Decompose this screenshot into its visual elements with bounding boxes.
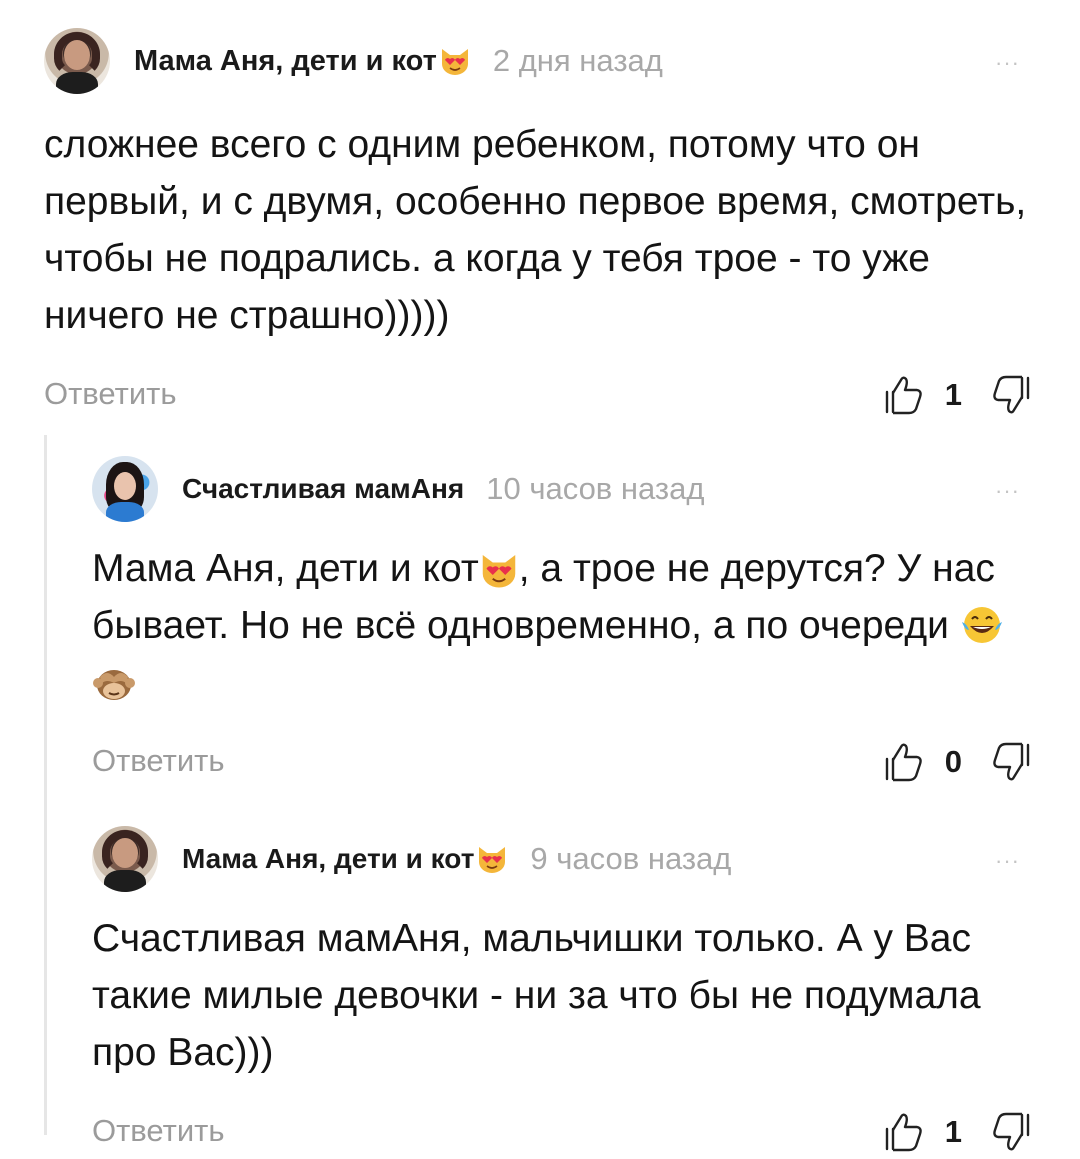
like-count: 0 [944, 744, 962, 779]
reply-thread-line [44, 435, 47, 1135]
comment: Счастливая мамАня 10 часов назад ··· Мам… [92, 456, 1034, 789]
see-no-evil-monkey-icon [92, 661, 136, 703]
reply-button[interactable]: Ответить [92, 743, 225, 779]
thumbs-down-icon[interactable] [988, 372, 1034, 418]
like-count: 1 [944, 1114, 962, 1149]
avatar[interactable] [44, 28, 110, 94]
comment-header: Мама Аня, дети и кот 2 дня назад ··· [44, 28, 1034, 94]
reply-button[interactable]: Ответить [92, 1113, 225, 1149]
heart-eyes-cat-icon [476, 844, 508, 874]
thumbs-up-icon[interactable] [881, 739, 927, 785]
comment-text: Мама Аня, дети и кот, а трое не дерутся?… [92, 540, 1034, 711]
thumbs-up-icon[interactable] [881, 372, 927, 418]
comment: Мама Аня, дети и кот 2 дня назад ··· сло… [44, 28, 1034, 422]
thumbs-down-icon[interactable] [988, 1109, 1034, 1155]
comment: Мама Аня, дети и кот 9 часов назад ··· С… [92, 826, 1034, 1159]
tears-of-joy-icon [960, 604, 1004, 646]
avatar[interactable] [92, 826, 158, 892]
author-name[interactable]: Мама Аня, дети и кот [182, 843, 508, 875]
thumbs-up-icon[interactable] [881, 1109, 927, 1155]
rating-controls: 0 [881, 739, 1034, 785]
author-name[interactable]: Счастливая мамАня [182, 473, 464, 505]
more-options-icon[interactable]: ··· [995, 50, 1020, 76]
comment-actions: Ответить 0 [92, 739, 1034, 789]
comment-actions: Ответить 1 [92, 1109, 1034, 1159]
rating-controls: 1 [881, 1109, 1034, 1155]
reply-button[interactable]: Ответить [44, 376, 177, 412]
more-options-icon[interactable]: ··· [995, 478, 1020, 504]
comment-text: сложнее всего с одним ребенком, потому ч… [44, 123, 1027, 337]
heart-eyes-cat-icon [479, 551, 519, 589]
rating-controls: 1 [881, 372, 1034, 418]
comment-time: 9 часов назад [530, 841, 732, 876]
comment-actions: Ответить 1 [44, 372, 1034, 422]
thumbs-down-icon[interactable] [988, 739, 1034, 785]
comment-header: Мама Аня, дети и кот 9 часов назад ··· [92, 826, 1034, 892]
author-name[interactable]: Мама Аня, дети и кот [134, 45, 471, 78]
comment-time: 10 часов назад [486, 471, 705, 506]
like-count: 1 [944, 377, 962, 412]
avatar[interactable] [92, 456, 158, 522]
comment-header: Счастливая мамАня 10 часов назад ··· [92, 456, 1034, 522]
comment-time: 2 дня назад [492, 43, 663, 78]
heart-eyes-cat-icon [439, 46, 471, 76]
more-options-icon[interactable]: ··· [995, 848, 1020, 874]
comment-text: Счастливая мамАня, мальчишки только. А у… [92, 917, 981, 1074]
